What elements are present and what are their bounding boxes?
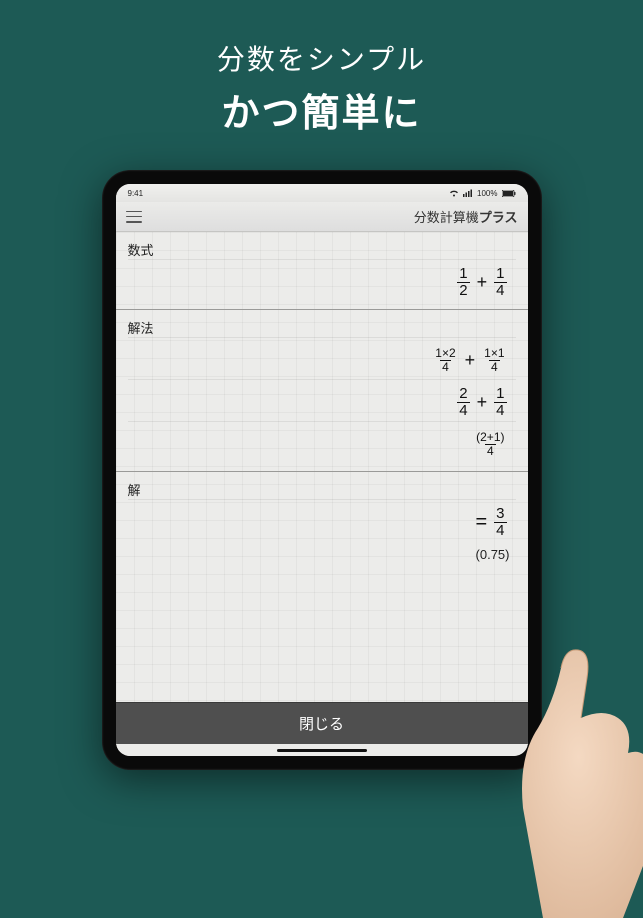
home-indicator[interactable] [116, 744, 528, 756]
fraction: 1×1 4 [482, 347, 506, 373]
answer-row: = 3 4 [128, 499, 516, 541]
menu-icon[interactable] [126, 211, 142, 223]
solution-step: (2+1) 4 [128, 421, 516, 463]
fraction: 1 4 [494, 386, 506, 419]
status-bar: 9:41 100% [116, 184, 528, 202]
operator-plus: + [477, 272, 488, 293]
fraction: 3 4 [494, 506, 506, 539]
fraction: 2 4 [457, 386, 469, 419]
title-bar: 分数計算機プラス [116, 202, 528, 232]
equals-sign: = [475, 511, 487, 534]
operator-plus: + [477, 392, 488, 413]
hero-line2: かつ簡単に [0, 82, 643, 137]
signal-icon [463, 189, 473, 197]
solution-step: 1×2 4 + 1×1 4 [128, 337, 516, 379]
app-title-prefix: 分数計算機 [414, 210, 479, 225]
answer-label: 解 [128, 480, 516, 499]
fraction: (2+1) 4 [474, 431, 506, 457]
hero-text: 分数をシンプル かつ簡単に [0, 0, 643, 137]
operator-plus: + [465, 350, 476, 371]
battery-icon [502, 190, 516, 197]
status-right: 100% [449, 189, 515, 198]
fraction: 1×2 4 [433, 347, 457, 373]
expression-label: 数式 [128, 240, 516, 259]
fraction: 1 2 [457, 266, 469, 299]
screen: 9:41 100% 分数計算機プラス 数式 1 [116, 184, 528, 756]
solution-label: 解法 [128, 318, 516, 337]
expression-row: 1 2 + 1 4 [128, 259, 516, 301]
solution-step: 2 4 + 1 4 [128, 379, 516, 421]
app-title: 分数計算機プラス [414, 207, 518, 226]
expression-section: 数式 1 2 + 1 4 [116, 232, 528, 310]
content-area: 数式 1 2 + 1 4 解法 1×2 [116, 232, 528, 702]
status-time: 9:41 [128, 189, 144, 198]
app-title-bold: プラス [479, 210, 518, 225]
tablet-frame: 9:41 100% 分数計算機プラス 数式 1 [102, 170, 542, 770]
hero-line1: 分数をシンプル [0, 38, 643, 78]
fraction: 1 4 [494, 266, 506, 299]
answer-decimal: (0.75) [128, 541, 516, 562]
solution-section: 解法 1×2 4 + 1×1 4 2 4 [116, 310, 528, 472]
battery-text: 100% [477, 189, 497, 198]
answer-section: 解 = 3 4 (0.75) [116, 472, 528, 702]
wifi-icon [449, 189, 459, 197]
close-button[interactable]: 閉じる [116, 702, 528, 744]
